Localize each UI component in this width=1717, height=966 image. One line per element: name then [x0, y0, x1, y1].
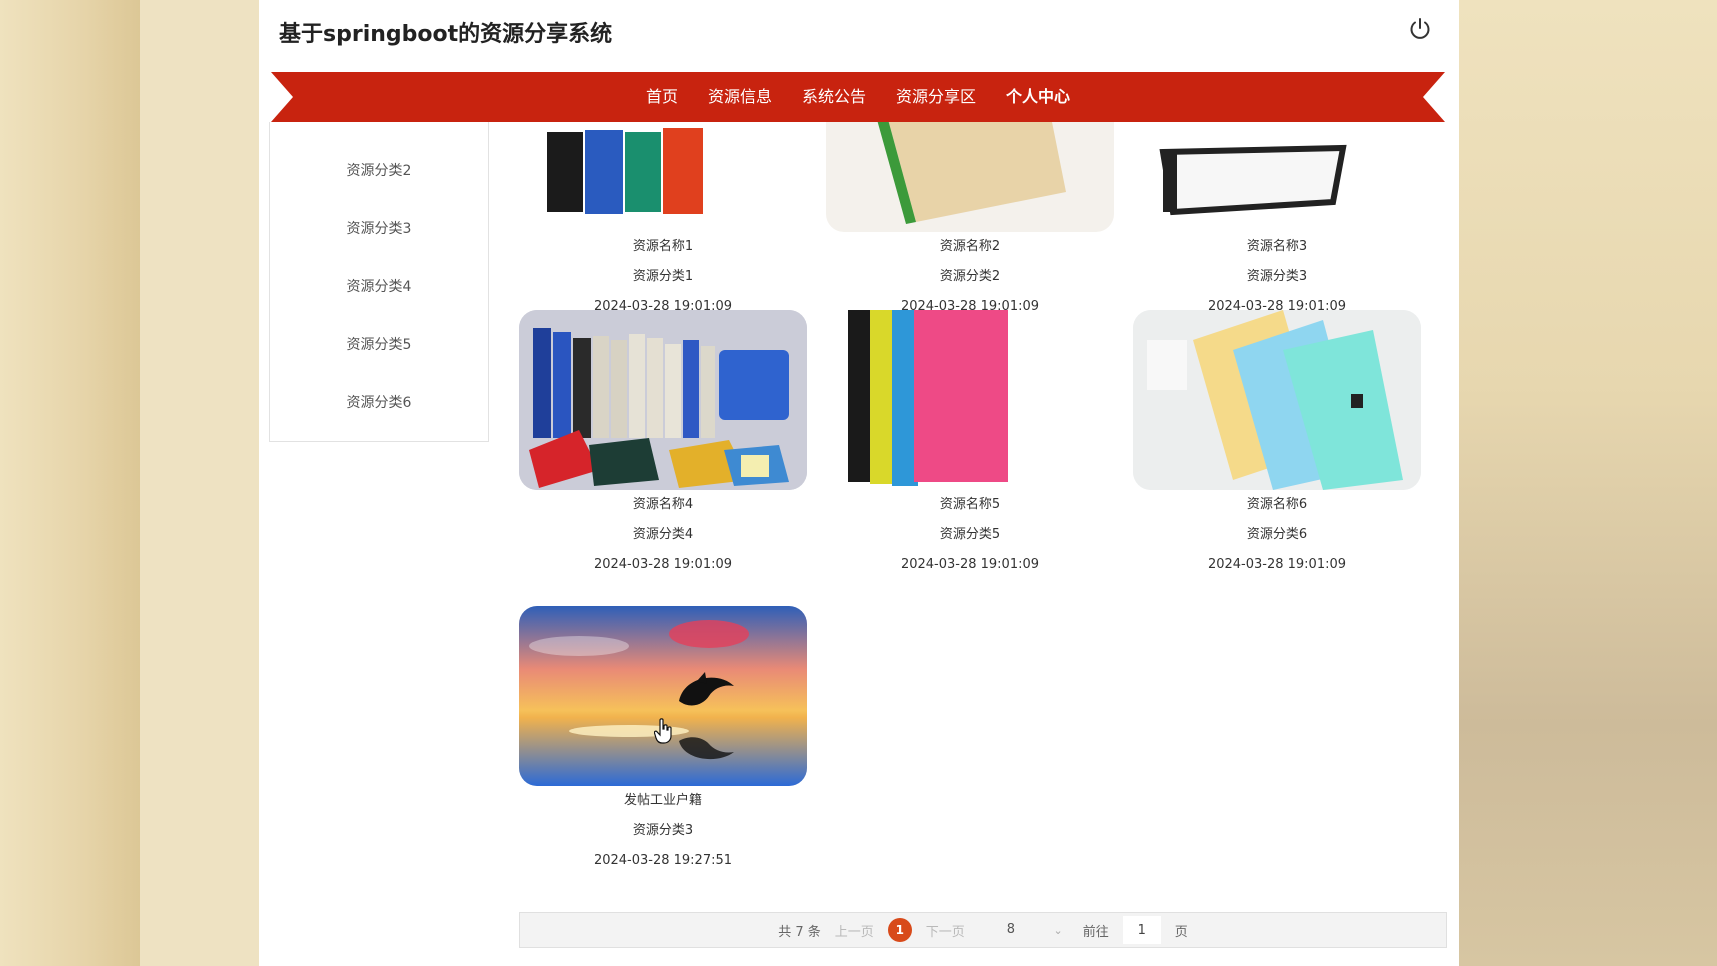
sidebar-item-category-2[interactable]: 资源分类2 [270, 142, 488, 200]
resource-name: 资源名称1 [632, 239, 694, 254]
resource-name: 资源名称4 [632, 497, 694, 512]
resource-thumbnail [519, 122, 807, 232]
resource-card[interactable]: 资源名称4 资源分类4 2024-03-28 19:01:09 [519, 310, 807, 580]
resource-thumbnail [1133, 310, 1421, 490]
main-navbar: 首页 资源信息 系统公告 资源分享区 个人中心 [271, 66, 1445, 128]
sidebar-item-category-3[interactable]: 资源分类3 [270, 200, 488, 258]
page-size-select[interactable]: 8 ⌄ [979, 917, 1069, 943]
background-right [1458, 0, 1717, 966]
resource-card[interactable]: 发帖工业户籍 资源分类3 2024-03-28 19:27:51 [519, 606, 807, 876]
nav-item-home[interactable]: 首页 [632, 72, 692, 122]
pagination: 共 7 条 上一页 1 下一页 8 ⌄ 前往 页 [519, 912, 1447, 948]
resource-name: 发帖工业户籍 [623, 793, 702, 808]
resource-name: 资源名称5 [939, 497, 1001, 512]
resource-thumbnail [519, 606, 807, 786]
nav-item-announcements[interactable]: 系统公告 [788, 72, 880, 122]
prev-page-button[interactable]: 上一页 [835, 921, 874, 940]
resource-category: 资源分类6 [1246, 527, 1308, 542]
resource-time: 2024-03-28 19:01:09 [900, 557, 1040, 572]
page-size-value: 8 [1006, 922, 1016, 937]
resource-category: 资源分类3 [1246, 269, 1308, 284]
resource-category: 资源分类3 [632, 823, 694, 838]
resource-category: 资源分类2 [939, 269, 1001, 284]
chevron-down-icon: ⌄ [1053, 924, 1063, 937]
resource-thumbnail [826, 122, 1114, 232]
resource-name: 资源名称6 [1246, 497, 1308, 512]
pagination-total: 共 7 条 [778, 924, 821, 940]
sidebar-item-category-4[interactable]: 资源分类4 [270, 258, 488, 316]
resource-time: 2024-03-28 19:27:51 [593, 853, 733, 868]
nav-item-share-zone[interactable]: 资源分享区 [882, 72, 990, 122]
background-left [0, 0, 140, 966]
resource-thumbnail [1133, 122, 1421, 232]
resource-card[interactable]: 资源名称2 资源分类2 2024-03-28 19:01:09 [826, 122, 1114, 322]
goto-label: 前往 [1082, 924, 1109, 940]
page-number-current[interactable]: 1 [887, 918, 912, 942]
resource-card[interactable]: 资源名称1 资源分类1 2024-03-28 19:01:09 [519, 122, 807, 322]
resource-category: 资源分类5 [939, 527, 1001, 542]
sidebar-item-category-6[interactable]: 资源分类6 [270, 374, 488, 432]
sidebar-item-category-5[interactable]: 资源分类5 [270, 316, 488, 374]
header: 基于springboot的资源分享系统 [259, 0, 1459, 60]
goto-page-input[interactable] [1122, 916, 1161, 944]
resource-category: 资源分类4 [632, 527, 694, 542]
resource-name: 资源名称2 [939, 239, 1001, 254]
category-sidebar: 资源分类2 资源分类3 资源分类4 资源分类5 资源分类6 [269, 122, 489, 442]
nav-item-personal-center[interactable]: 个人中心 [992, 66, 1084, 128]
resource-name: 资源名称3 [1246, 239, 1308, 254]
resource-thumbnail [826, 310, 1114, 490]
resource-thumbnail [519, 310, 807, 490]
power-icon[interactable] [1407, 16, 1433, 42]
resource-card[interactable]: 资源名称5 资源分类5 2024-03-28 19:01:09 [826, 310, 1114, 580]
page-suffix-label: 页 [1174, 924, 1188, 940]
page: 基于springboot的资源分享系统 首页 资源信息 系统公告 资源分享区 个… [259, 0, 1459, 966]
nav-item-resources[interactable]: 资源信息 [694, 72, 786, 122]
resource-time: 2024-03-28 19:01:09 [1207, 557, 1347, 572]
resource-time: 2024-03-28 19:01:09 [593, 557, 733, 572]
next-page-button[interactable]: 下一页 [926, 921, 965, 940]
resource-card[interactable]: 资源名称6 资源分类6 2024-03-28 19:01:09 [1133, 310, 1421, 580]
site-title: 基于springboot的资源分享系统 [279, 22, 613, 47]
resource-grid: 资源名称1 资源分类1 2024-03-28 19:01:09 资源名称2 资源… [519, 122, 1446, 902]
resource-category: 资源分类1 [632, 269, 694, 284]
resource-card[interactable]: 资源名称3 资源分类3 2024-03-28 19:01:09 [1133, 122, 1421, 322]
